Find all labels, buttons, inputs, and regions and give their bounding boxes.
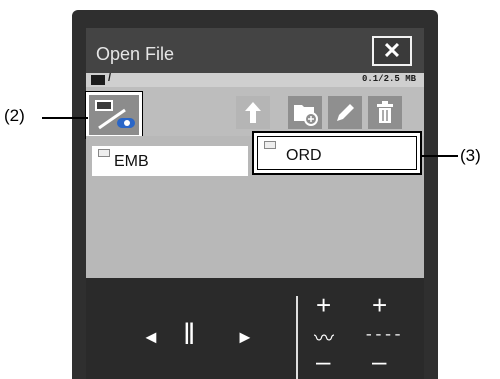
folder-icon [264, 141, 276, 149]
memory-usage: 0.1/2.5 MB [361, 74, 416, 84]
previous-button[interactable]: ◄ [142, 327, 160, 348]
callout-label-3: (3) [460, 146, 481, 165]
new-folder-button[interactable] [288, 96, 322, 129]
folder-label: ORD [286, 147, 322, 164]
stitch-length-minus-button[interactable]: – [372, 346, 386, 377]
callout-label-2: (2) [4, 106, 25, 125]
pencil-icon [337, 104, 354, 121]
folder-item-emb[interactable]: EMB [92, 146, 248, 176]
path-bar: / 0.1/2.5 MB [86, 72, 424, 87]
stitch-length-plus-button[interactable]: + [372, 290, 387, 321]
delete-button[interactable] [368, 96, 402, 129]
zigzag-width-plus-button[interactable]: + [316, 290, 331, 321]
trash-icon [377, 101, 393, 123]
current-path: / [108, 72, 112, 84]
selection-frame: ORD [257, 136, 417, 170]
close-button[interactable]: ✕ [372, 36, 412, 66]
up-folder-button[interactable] [236, 96, 270, 129]
media-select-button[interactable] [85, 91, 143, 139]
new-folder-icon [294, 105, 318, 126]
folder-icon [98, 149, 110, 157]
callout-line-3 [422, 155, 458, 157]
rename-button[interactable] [328, 96, 362, 129]
usb-media-icon [95, 100, 135, 130]
folder-label: EMB [114, 153, 149, 170]
callout-line-2 [42, 117, 88, 119]
folder-icon [91, 75, 105, 85]
next-button[interactable]: ► [236, 327, 254, 348]
window-title: Open File [96, 44, 175, 64]
pause-button[interactable]: ‖ [183, 318, 195, 352]
up-arrow-icon [245, 102, 261, 123]
stitch-length-icon: ---- [364, 326, 403, 344]
panel-divider [296, 296, 298, 379]
zigzag-width-minus-button[interactable]: – [316, 346, 330, 377]
folder-item-ord[interactable]: ORD [252, 131, 422, 175]
